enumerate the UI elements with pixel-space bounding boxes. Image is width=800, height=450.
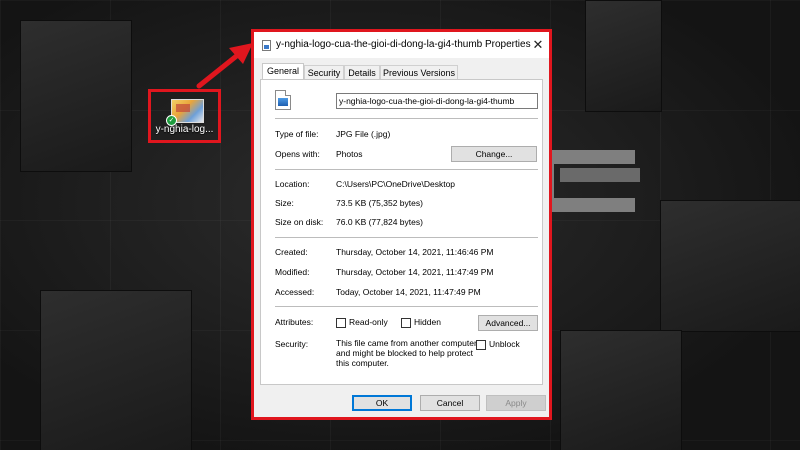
size-value: 73.5 KB (75,352 bytes) [336, 198, 423, 208]
filename-input[interactable] [336, 93, 538, 109]
security-label: Security: [275, 339, 309, 349]
created-label: Created: [275, 247, 308, 257]
red-arrow-icon [196, 43, 253, 89]
hidden-checkbox[interactable] [401, 318, 411, 328]
type-label: Type of file: [275, 129, 319, 139]
type-value: JPG File (.jpg) [336, 129, 391, 139]
unblock-label: Unblock [489, 339, 520, 349]
wallpaper-tile [560, 330, 682, 450]
created-value: Thursday, October 14, 2021, 11:46:46 PM [336, 247, 494, 257]
close-icon[interactable]: ✕ [530, 35, 546, 55]
security-line: this computer. [336, 358, 389, 368]
hidden-label: Hidden [414, 317, 441, 327]
advanced-button[interactable]: Advanced... [478, 315, 538, 331]
size-label: Size: [275, 198, 294, 208]
modified-value: Thursday, October 14, 2021, 11:47:49 PM [336, 267, 494, 277]
image-file-icon [262, 40, 271, 51]
opens-with-value: Photos [336, 149, 363, 159]
modified-label: Modified: [275, 267, 310, 277]
divider [275, 237, 538, 238]
divider [275, 306, 538, 307]
dialog-title: y-nghia-logo-cua-the-gioi-di-dong-la-gi4… [276, 39, 531, 50]
accessed-value: Today, October 14, 2021, 11:47:49 PM [336, 287, 481, 297]
readonly-checkbox[interactable] [336, 318, 346, 328]
change-button[interactable]: Change... [451, 146, 537, 162]
security-line: This file came from another computer [336, 338, 477, 348]
readonly-label: Read-only [349, 317, 388, 327]
tab-security[interactable]: Security [304, 65, 344, 79]
wallpaper-tile [660, 200, 800, 332]
tab-general[interactable]: General [262, 63, 304, 80]
security-line: and might be blocked to help protect [336, 348, 474, 358]
accessed-label: Accessed: [275, 287, 315, 297]
wallpaper-tile [20, 20, 132, 172]
ok-button[interactable]: OK [352, 395, 412, 411]
tab-previous-versions[interactable]: Previous Versions [380, 65, 458, 79]
properties-dialog: y-nghia-logo-cua-the-gioi-di-dong-la-gi4… [251, 29, 552, 420]
attributes-label: Attributes: [275, 317, 314, 327]
title-bar[interactable]: y-nghia-logo-cua-the-gioi-di-dong-la-gi4… [254, 32, 549, 58]
general-panel: Type of file: JPG File (.jpg) Opens with… [260, 79, 543, 385]
wallpaper-logo-bar [560, 168, 640, 182]
image-file-icon [275, 90, 291, 110]
location-value: C:\Users\PC\OneDrive\Desktop [336, 179, 456, 189]
divider [275, 169, 538, 170]
wallpaper-tile [585, 0, 662, 112]
desktop-icon-label: y-nghia-log... [155, 124, 214, 135]
wallpaper-tile [40, 290, 192, 450]
tab-details[interactable]: Details [344, 65, 380, 79]
unblock-checkbox[interactable] [476, 340, 486, 350]
size-on-disk-value: 76.0 KB (77,824 bytes) [336, 217, 423, 227]
desktop-file-icon[interactable]: ✓ y-nghia-log... [148, 89, 221, 143]
location-label: Location: [275, 179, 310, 189]
apply-button[interactable]: Apply [486, 395, 546, 411]
divider [275, 118, 538, 119]
cancel-button[interactable]: Cancel [420, 395, 480, 411]
opens-with-label: Opens with: [275, 149, 320, 159]
security-message: This file came from another computer and… [336, 338, 477, 368]
size-on-disk-label: Size on disk: [275, 217, 324, 227]
